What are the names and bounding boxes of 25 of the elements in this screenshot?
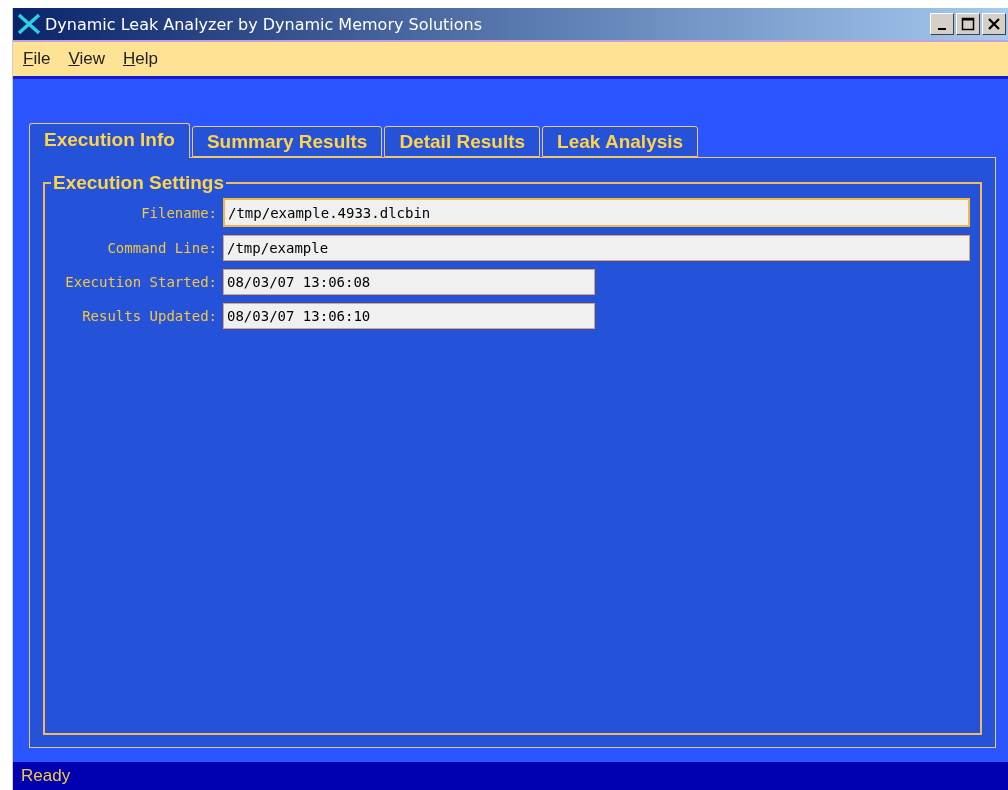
text-field[interactable]: 08/03/07 13:06:10 (223, 303, 595, 329)
group-title: Execution Settings (52, 172, 226, 194)
menu-item[interactable]: View (62, 49, 111, 69)
tab[interactable]: Summary Results (191, 126, 383, 157)
maximize-icon (961, 17, 975, 31)
close-button[interactable] (982, 13, 1006, 35)
field-label: Execution Started: (64, 274, 217, 290)
window-title: Dynamic Leak Analyzer by Dynamic Memory Solutions (45, 14, 484, 34)
text-field[interactable]: /tmp/example.4933.dlcbin (223, 198, 970, 227)
tab[interactable]: Detail Results (384, 126, 541, 157)
field-label: Results Updated: (81, 308, 217, 324)
minimize-icon (938, 28, 946, 30)
status-text: Ready (21, 766, 71, 786)
menu-item[interactable]: File (17, 49, 57, 69)
minimize-button[interactable] (930, 13, 954, 35)
menu-item[interactable]: Help (116, 49, 164, 69)
tab[interactable]: Execution Info (29, 123, 190, 158)
field-label: Filename: (140, 204, 217, 221)
close-icon (987, 17, 1001, 31)
field-label: Command Line: (106, 240, 217, 256)
text-field[interactable]: /tmp/example (223, 235, 970, 261)
tab[interactable]: Leak Analysis (542, 126, 699, 157)
maximize-button[interactable] (956, 13, 980, 35)
app-logo-icon (17, 13, 41, 35)
text-field[interactable]: 08/03/07 13:06:08 (223, 269, 595, 295)
